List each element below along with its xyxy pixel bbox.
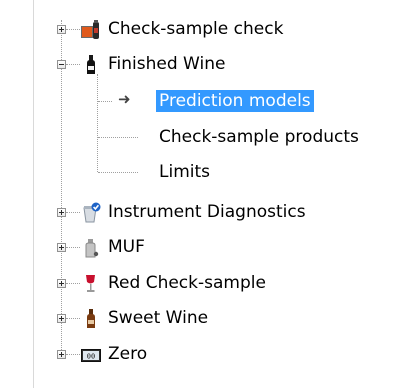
tree-node-sweet-wine[interactable]: Sweet Wine	[81, 306, 211, 330]
tree-line	[98, 137, 138, 138]
expand-button[interactable]	[57, 208, 66, 217]
current-item-arrow-icon: ➜	[118, 90, 131, 108]
expand-button[interactable]	[57, 25, 66, 34]
tree-line	[66, 64, 80, 65]
tree-line	[97, 74, 98, 172]
tree-line	[66, 247, 80, 248]
tree-node-instrument-diagnostics[interactable]: Instrument Diagnostics	[81, 200, 309, 224]
svg-text:00: 00	[87, 353, 95, 361]
tree-node-muf[interactable]: MUF	[81, 235, 148, 259]
tree-line	[61, 20, 62, 354]
tree-line	[66, 212, 80, 213]
expand-button[interactable]	[57, 279, 66, 288]
instrument-diagnostics-icon	[81, 202, 101, 223]
tree-node-zero[interactable]: 00 Zero	[81, 342, 150, 366]
check-sample-check-icon	[81, 19, 99, 39]
tree-line	[66, 29, 80, 30]
tree-node-check-sample-check[interactable]: Check-sample check	[81, 17, 286, 41]
tree-line	[66, 354, 80, 355]
tree-node-prediction-models[interactable]: Prediction models	[156, 89, 314, 113]
wine-bottle-icon	[81, 54, 99, 74]
tree-node-limits[interactable]: Limits	[156, 160, 213, 184]
tree-node-label: Sweet Wine	[108, 308, 209, 328]
tree-line	[98, 101, 112, 102]
tree-node-label: Prediction models	[156, 90, 314, 112]
tree-view[interactable]: Check-sample check Finished Wine ➜ Predi…	[0, 0, 419, 388]
tree-node-label: Check-sample products	[159, 127, 359, 147]
tree-node-label: MUF	[108, 237, 145, 257]
muf-icon	[81, 237, 99, 258]
sweet-wine-bottle-icon	[81, 308, 99, 328]
collapse-button[interactable]	[57, 60, 66, 69]
expand-button[interactable]	[57, 350, 66, 359]
tree-line	[66, 283, 80, 284]
tree-node-red-check-sample[interactable]: Red Check-sample	[81, 271, 269, 295]
panel-border	[33, 0, 34, 388]
tree-node-label: Finished Wine	[108, 54, 226, 74]
tree-node-label: Limits	[159, 162, 210, 182]
expand-button[interactable]	[57, 314, 66, 323]
tree-line	[98, 172, 138, 173]
tree-node-label: Red Check-sample	[108, 273, 266, 293]
tree-node-label: Instrument Diagnostics	[108, 202, 306, 222]
tree-node-label: Zero	[108, 344, 148, 364]
tree-node-check-sample-products[interactable]: Check-sample products	[156, 125, 362, 149]
tree-node-finished-wine[interactable]: Finished Wine	[81, 52, 228, 76]
tree-line	[66, 318, 80, 319]
expand-button[interactable]	[57, 243, 66, 252]
zero-display-icon: 00	[81, 344, 101, 364]
red-wine-glass-icon	[81, 273, 99, 293]
tree-node-label: Check-sample check	[108, 19, 284, 39]
